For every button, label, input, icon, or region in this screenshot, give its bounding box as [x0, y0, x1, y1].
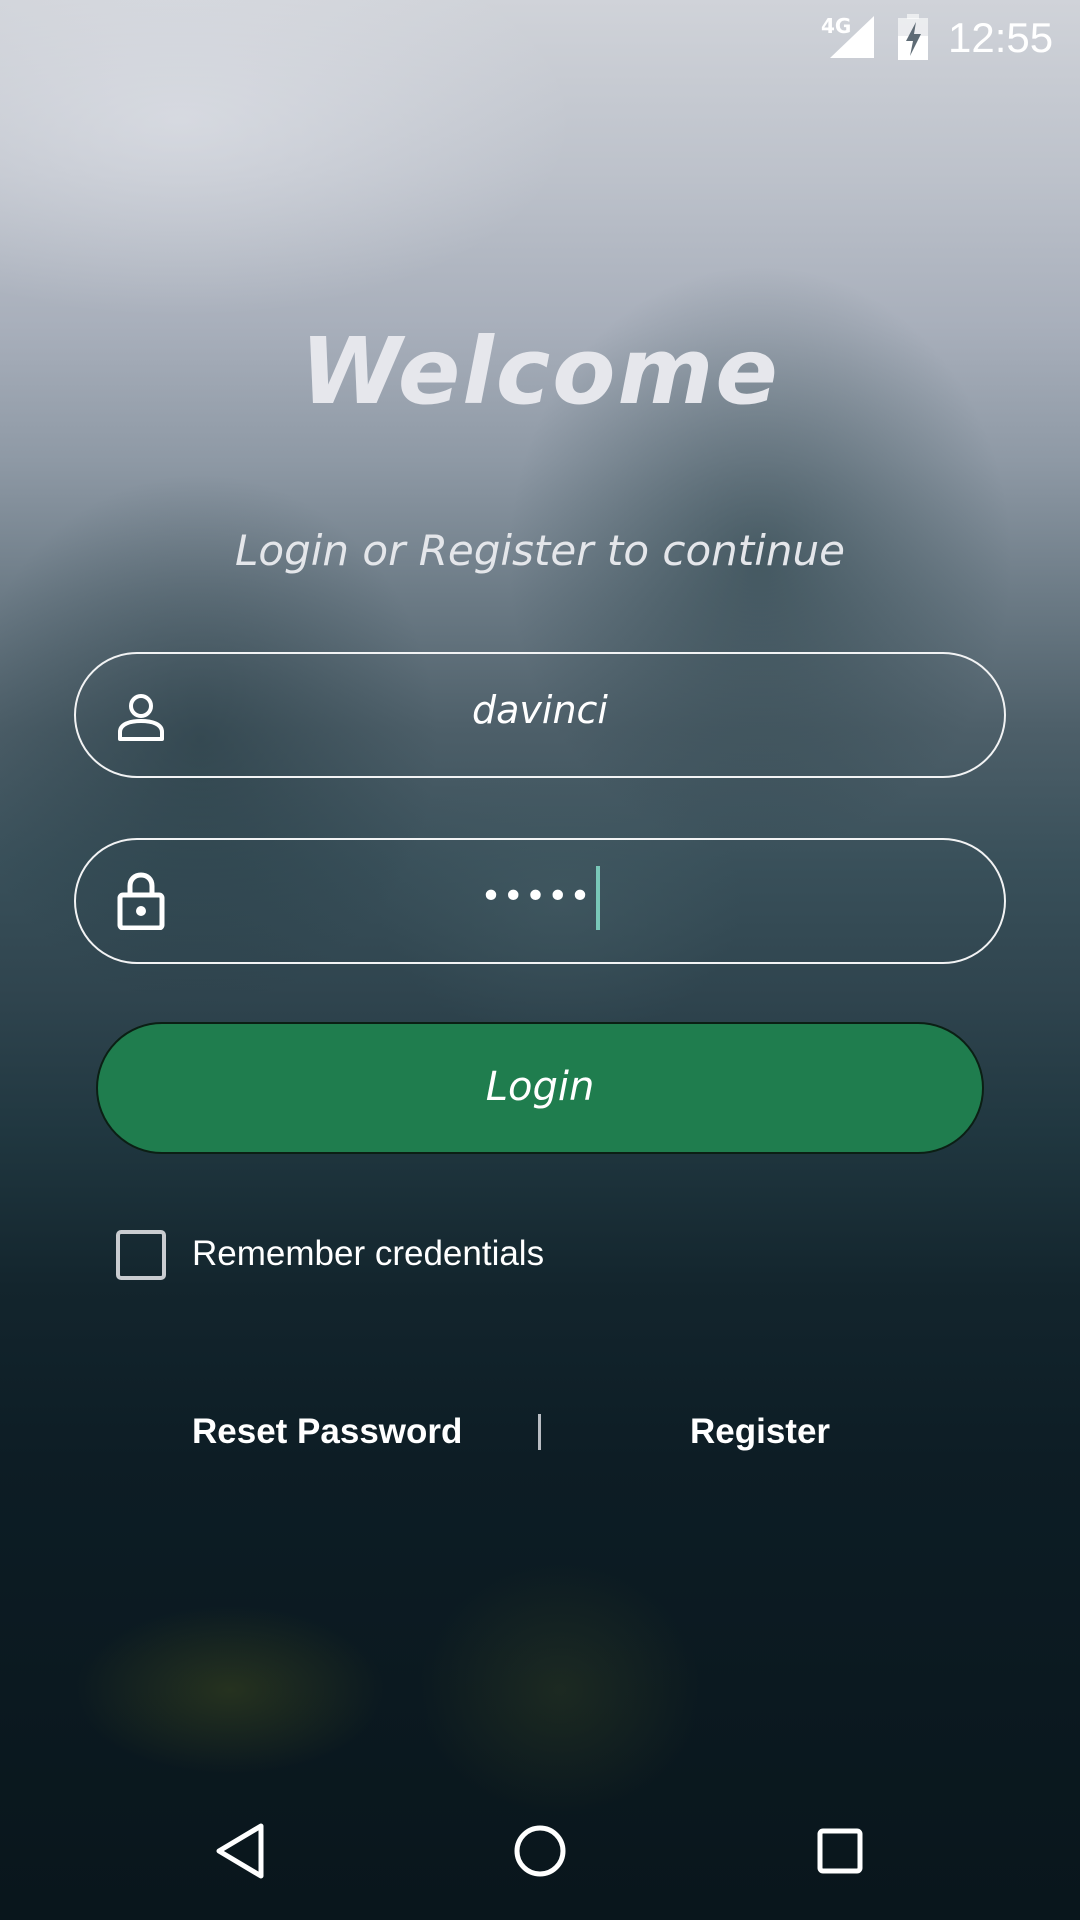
login-button[interactable]: Login — [96, 1022, 984, 1154]
password-mask: ••••• — [480, 876, 592, 917]
remember-label: Remember credentials — [192, 1234, 545, 1273]
navigation-bar — [0, 1788, 1080, 1920]
back-icon[interactable] — [205, 1816, 275, 1886]
link-divider — [538, 1414, 541, 1450]
battery-charging-icon — [898, 14, 928, 60]
page-subtitle: Login or Register to continue — [234, 526, 845, 575]
home-icon[interactable] — [505, 1816, 575, 1886]
status-bar: 4G 12:55 — [0, 0, 1080, 80]
text-caret — [595, 866, 600, 930]
username-field[interactable]: davinci — [74, 652, 1006, 778]
password-field[interactable]: ••••• — [74, 838, 1006, 964]
clock: 12:55 — [948, 14, 1054, 61]
network-type-label: 4G — [821, 14, 852, 38]
recent-apps-icon[interactable] — [805, 1816, 875, 1886]
remember-checkbox[interactable] — [116, 1230, 166, 1280]
login-screen: 4G 12:55 Welcome Login or Register to co… — [0, 0, 1080, 1920]
password-value: ••••• — [76, 866, 1004, 930]
page-title: Welcome — [300, 318, 780, 425]
username-value: davinci — [472, 688, 608, 732]
reset-password-link[interactable]: Reset Password — [192, 1412, 462, 1452]
register-link[interactable]: Register — [690, 1412, 830, 1452]
